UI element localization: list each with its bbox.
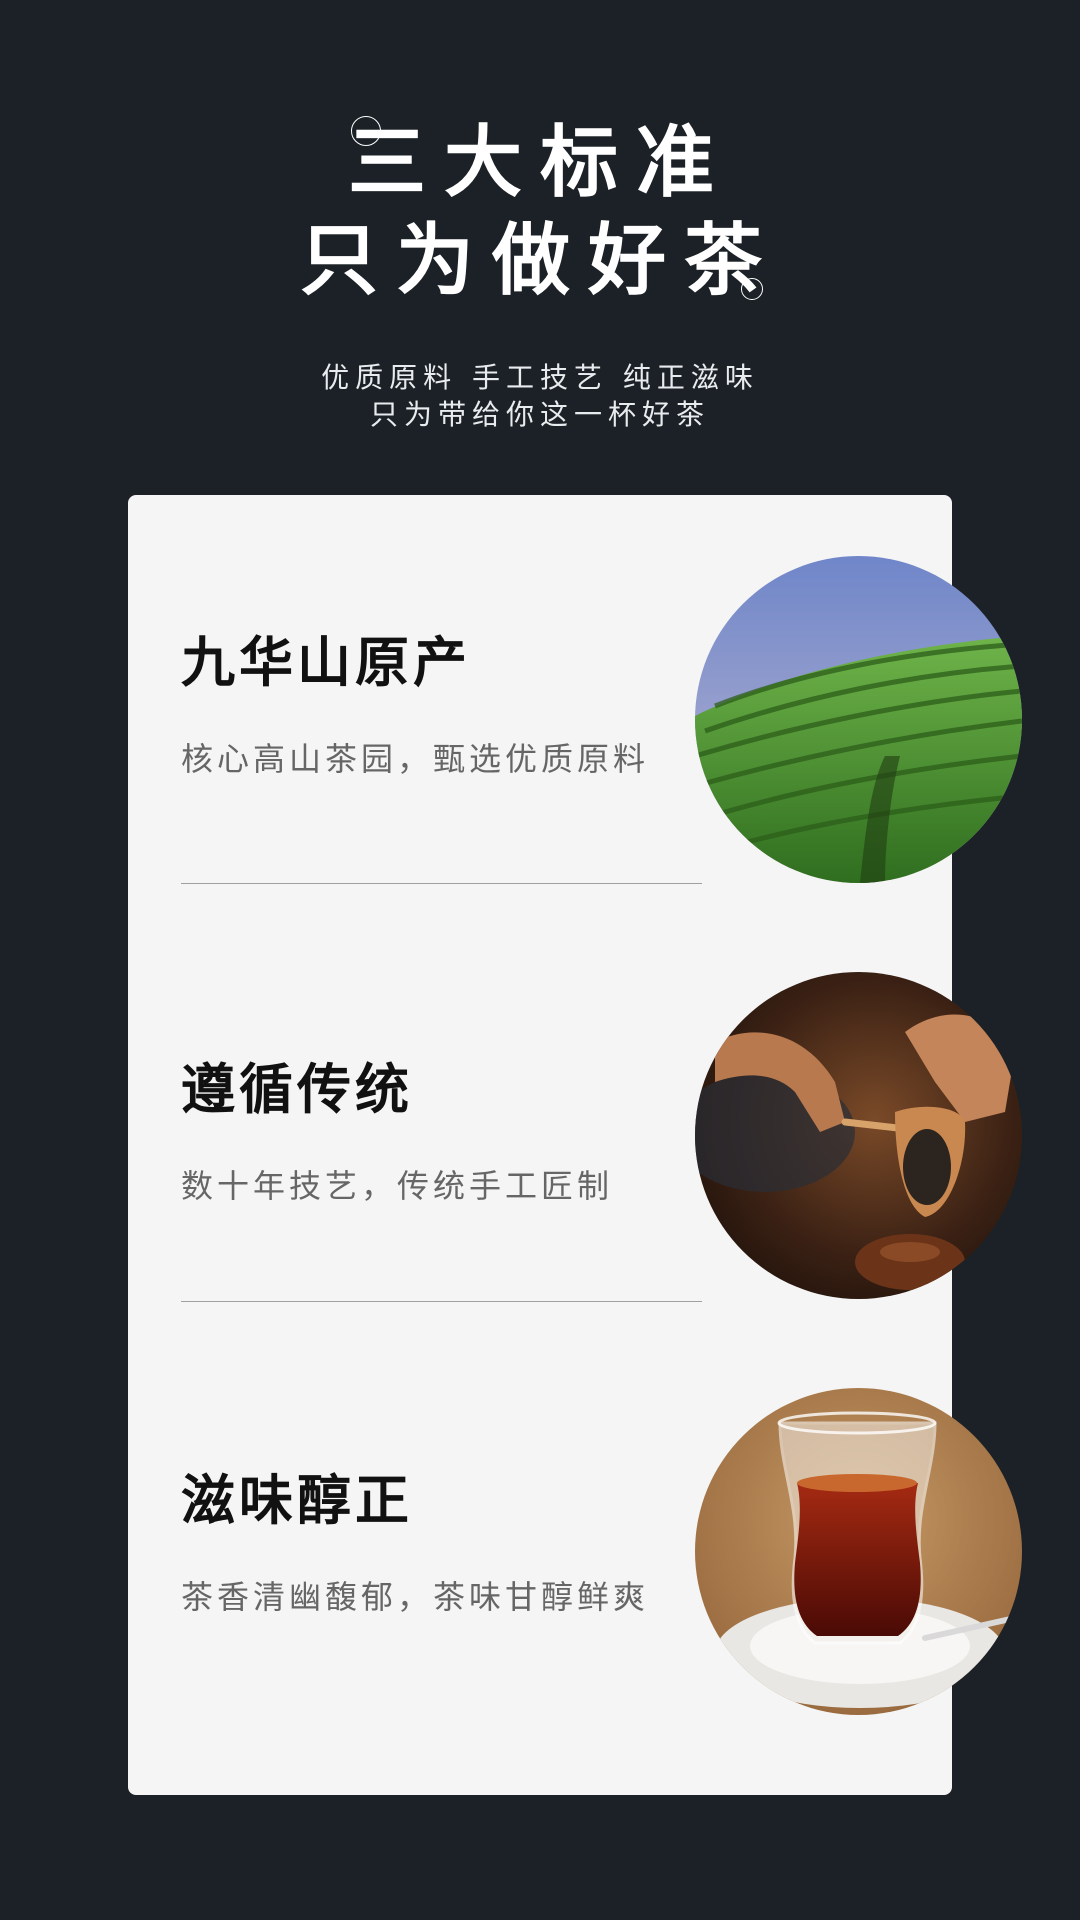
divider	[181, 1301, 702, 1302]
feature-description: 数十年技艺，传统手工匠制	[181, 1167, 614, 1205]
feature-title: 滋味醇正	[181, 1468, 413, 1532]
subtitle-line-1: 优质原料 手工技艺 纯正滋味	[321, 361, 759, 394]
tea-glass-photo	[695, 1388, 1022, 1715]
feature-title: 遵循传统	[181, 1057, 413, 1121]
feature-description: 茶香清幽馥郁，茶味甘醇鲜爽	[181, 1578, 650, 1616]
divider	[181, 883, 702, 884]
feature-title: 九华山原产	[181, 630, 471, 694]
feature-item-taste: 滋味醇正 茶香清幽馥郁，茶味甘醇鲜爽	[0, 0, 1080, 1613]
subtitle-line-2: 只为带给你这一杯好茶	[369, 398, 710, 431]
tea-scooping-hands-photo	[695, 972, 1022, 1299]
feature-description: 核心高山茶园，甄选优质原料	[181, 740, 650, 778]
tea-plantation-photo	[695, 556, 1022, 883]
